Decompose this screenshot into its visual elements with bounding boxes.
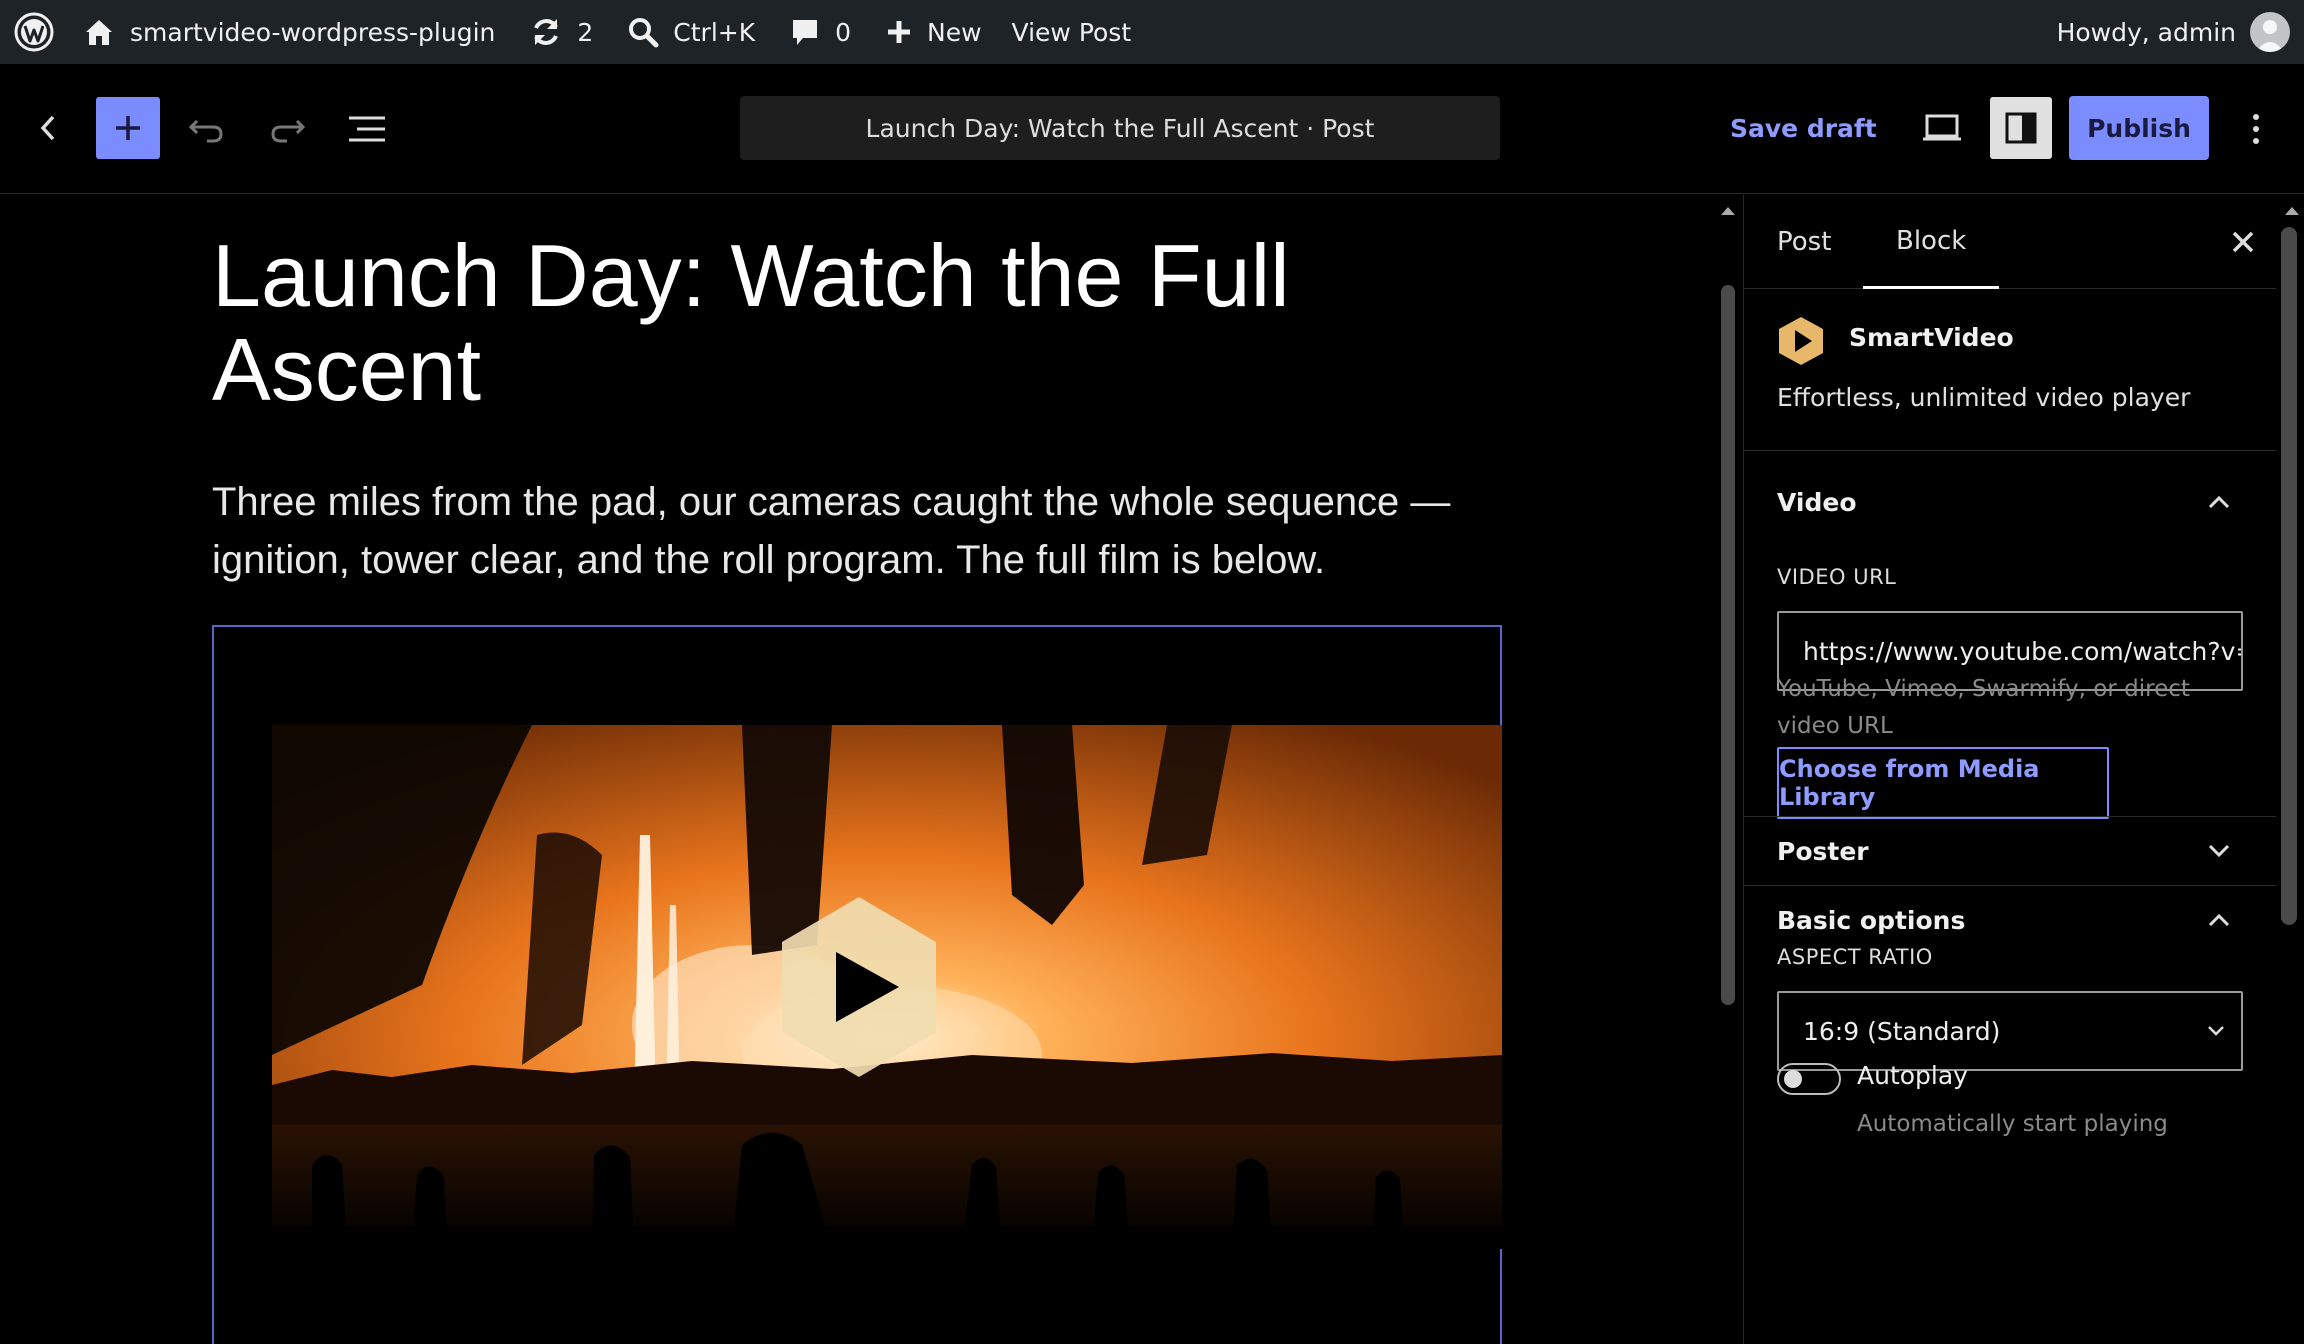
poster-panel-toggle[interactable]: Poster bbox=[1744, 817, 2276, 885]
site-name-menu[interactable]: smartvideo-wordpress-plugin bbox=[10, 0, 509, 64]
block-card: SmartVideo Effortless, unlimited video p… bbox=[1744, 291, 2276, 451]
block-inserter-button[interactable] bbox=[96, 97, 160, 159]
sidebar-layout-icon bbox=[2005, 112, 2037, 144]
search-icon bbox=[629, 18, 659, 48]
avatar bbox=[2250, 12, 2290, 52]
new-content-menu[interactable]: New bbox=[865, 0, 996, 64]
chevron-down-icon bbox=[2208, 1026, 2224, 1036]
post-title[interactable]: Launch Day: Watch the Full Ascent bbox=[212, 229, 1512, 417]
view-post-link[interactable]: View Post bbox=[996, 0, 1146, 64]
choose-media-library-button[interactable]: Choose from Media Library bbox=[1777, 747, 2109, 819]
aspect-ratio-select[interactable]: 16:9 (Standard) bbox=[1777, 991, 2243, 1071]
options-menu-button[interactable] bbox=[2236, 104, 2276, 154]
publish-label: Publish bbox=[2087, 113, 2191, 143]
back-button[interactable] bbox=[24, 108, 72, 148]
smartvideo-logo-icon bbox=[1779, 317, 1823, 365]
comments-menu[interactable]: 0 bbox=[769, 0, 865, 64]
save-draft-button[interactable]: Save draft bbox=[1730, 96, 1877, 160]
plus-icon bbox=[116, 116, 140, 140]
aspect-ratio-label: ASPECT RATIO bbox=[1777, 945, 1933, 969]
new-label: New bbox=[927, 17, 982, 47]
play-icon bbox=[782, 897, 936, 1077]
paragraph-block[interactable]: Three miles from the pad, our cameras ca… bbox=[212, 473, 1512, 589]
tab-post[interactable]: Post bbox=[1777, 195, 1831, 289]
site-name: smartvideo-wordpress-plugin bbox=[130, 17, 496, 47]
video-url-help: YouTube, Vimeo, Swarmify, or direct vide… bbox=[1777, 676, 2190, 739]
canvas-scrollbar-thumb[interactable] bbox=[1721, 285, 1735, 1005]
video-panel-toggle[interactable]: Video bbox=[1744, 465, 2276, 539]
basic-options-panel-toggle[interactable]: Basic options bbox=[1744, 886, 2276, 954]
autoplay-toggle[interactable] bbox=[1777, 1063, 1841, 1095]
comments-count: 0 bbox=[835, 17, 852, 47]
block-name: SmartVideo bbox=[1849, 323, 2014, 352]
desktop-preview-icon bbox=[1923, 114, 1961, 141]
home-icon bbox=[86, 20, 112, 45]
account-greeting: Howdy, admin bbox=[2056, 17, 2236, 47]
sidebar-scrollbar-thumb[interactable] bbox=[2281, 227, 2297, 925]
undo-button[interactable] bbox=[182, 104, 232, 154]
more-vertical-icon bbox=[2253, 114, 2259, 144]
redo-button[interactable] bbox=[262, 104, 312, 154]
my-account-menu[interactable]: Howdy, admin bbox=[2057, 0, 2290, 64]
media-button-label: Choose from Media Library bbox=[1779, 755, 2040, 811]
save-draft-label: Save draft bbox=[1730, 113, 1877, 143]
publish-button[interactable]: Publish bbox=[2069, 96, 2209, 160]
basic-options-panel-title: Basic options bbox=[1777, 905, 1966, 935]
settings-sidebar-toggle[interactable] bbox=[1990, 97, 2052, 159]
sidebar-tabs: Post Block bbox=[1744, 195, 2276, 289]
block-description: Effortless, unlimited video player bbox=[1777, 383, 2191, 412]
video-url-value: https://www.youtube.com/watch?v= bbox=[1803, 636, 2243, 666]
view-post-label: View Post bbox=[1011, 17, 1132, 47]
chevron-down-icon bbox=[2208, 844, 2230, 858]
aspect-ratio-value: 16:9 (Standard) bbox=[1803, 1016, 2001, 1046]
undo-icon bbox=[188, 119, 223, 143]
tab-block[interactable]: Block bbox=[1863, 195, 2000, 289]
plus-icon bbox=[888, 21, 911, 43]
admin-bar: smartvideo-wordpress-plugin 2 Ctrl+K 0 N… bbox=[0, 0, 2304, 64]
document-overview-button[interactable] bbox=[342, 104, 392, 154]
tab-post-label: Post bbox=[1777, 227, 1832, 257]
user-silhouette-icon bbox=[2256, 20, 2284, 52]
updates-menu[interactable]: 2 bbox=[509, 0, 607, 64]
updates-count: 2 bbox=[577, 17, 594, 47]
list-view-icon bbox=[349, 116, 385, 142]
autoplay-label: Autoplay bbox=[1857, 1061, 1968, 1090]
document-title-bar[interactable]: Launch Day: Watch the Full Ascent · Post bbox=[740, 96, 1500, 160]
poster-panel-title: Poster bbox=[1777, 836, 1869, 866]
scroll-up-arrow-icon bbox=[2285, 207, 2299, 215]
chevron-up-icon bbox=[2208, 913, 2230, 927]
play-button[interactable] bbox=[774, 892, 936, 1077]
autoplay-toggle-knob bbox=[1784, 1070, 1802, 1088]
preview-button[interactable] bbox=[1916, 101, 1968, 155]
search-menu[interactable]: Ctrl+K bbox=[607, 0, 769, 64]
refresh-icon bbox=[534, 19, 559, 45]
redo-icon bbox=[271, 119, 306, 143]
document-title: Launch Day: Watch the Full Ascent · Post bbox=[865, 113, 1375, 143]
editor-header: Launch Day: Watch the Full Ascent · Post… bbox=[0, 64, 2304, 194]
comment-bubble-icon bbox=[793, 20, 818, 45]
editor-canvas: Launch Day: Watch the Full Ascent Three … bbox=[0, 195, 1743, 1344]
close-sidebar-button[interactable] bbox=[2224, 223, 2262, 261]
settings-sidebar: Post Block SmartVideo Effortless, unlimi… bbox=[1743, 195, 2304, 1344]
smartvideo-block[interactable] bbox=[212, 625, 1502, 1344]
close-icon bbox=[2232, 231, 2254, 253]
autoplay-help: Automatically start playing bbox=[1857, 1111, 2168, 1137]
video-panel-title: Video bbox=[1777, 487, 1857, 517]
chevron-left-icon bbox=[40, 115, 55, 141]
video-url-label: VIDEO URL bbox=[1777, 565, 1897, 589]
chevron-up-icon bbox=[2208, 495, 2230, 509]
scroll-up-arrow-icon bbox=[1721, 207, 1735, 215]
tab-block-label: Block bbox=[1896, 225, 1967, 256]
search-shortcut: Ctrl+K bbox=[673, 17, 756, 47]
